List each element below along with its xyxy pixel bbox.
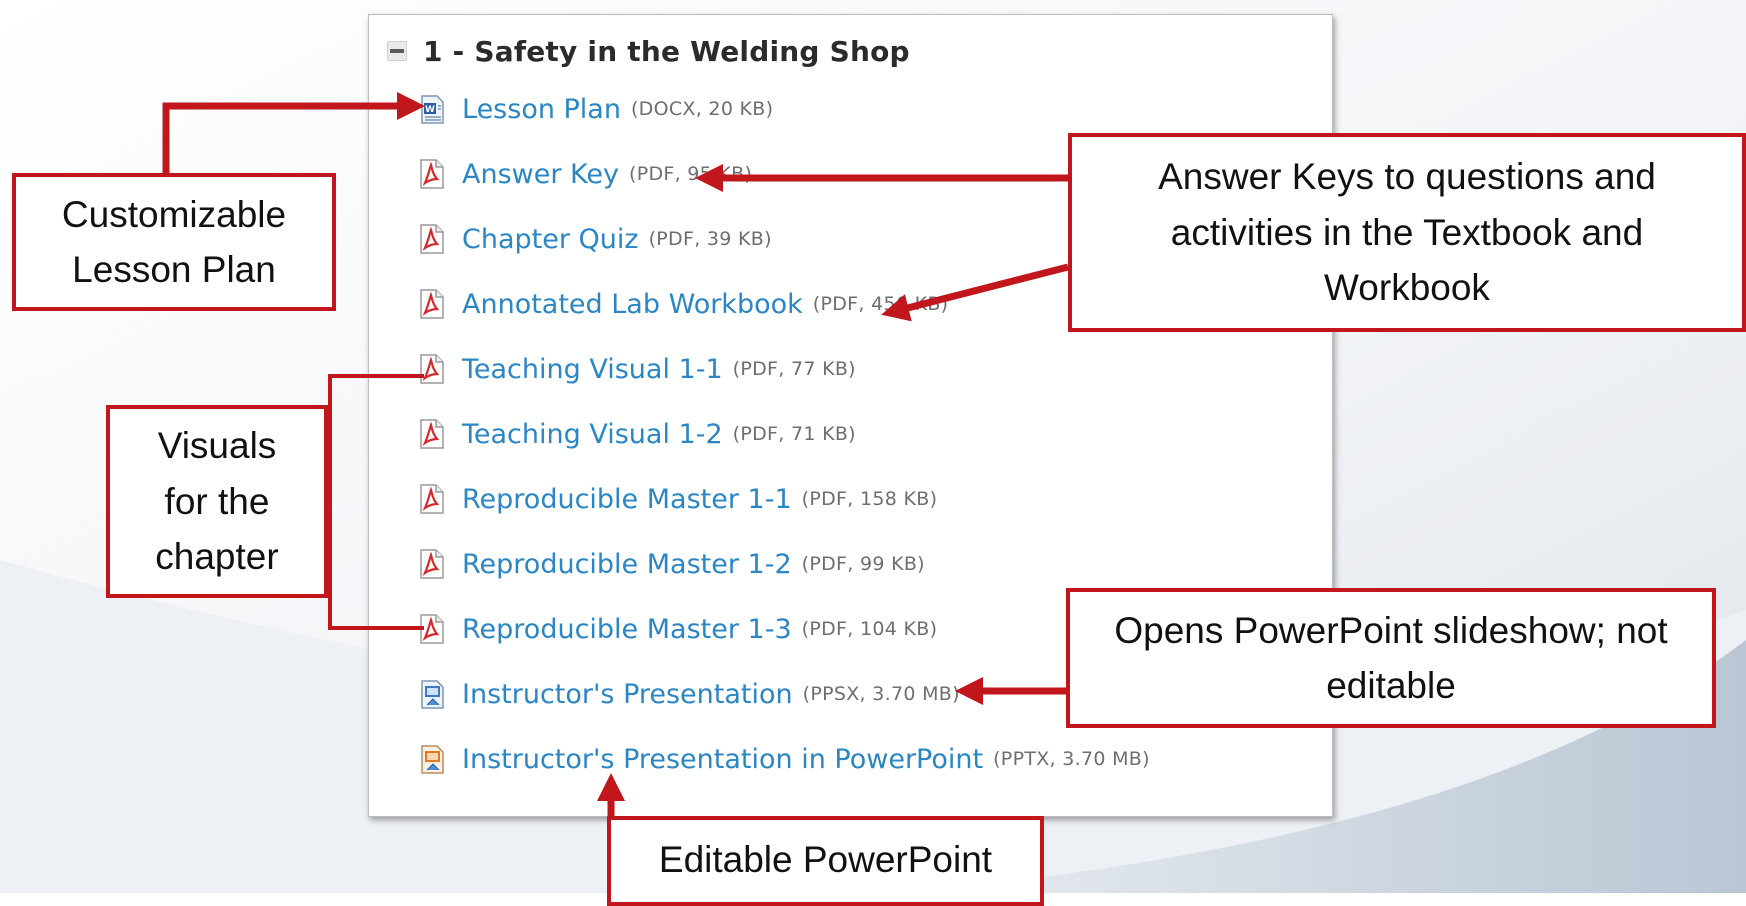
svg-text:W: W <box>425 105 435 115</box>
file-link[interactable]: Answer Key <box>462 159 619 190</box>
file-meta: (PDF, 158 KB) <box>801 488 938 510</box>
callout-visuals: Visuals for the chapter <box>106 405 328 598</box>
file-link[interactable]: Instructor's Presentation <box>462 679 793 710</box>
callout-lesson-plan: Customizable Lesson Plan <box>12 173 336 311</box>
file-item[interactable]: Reproducible Master 1-1 (PDF, 158 KB) <box>419 479 937 519</box>
file-meta: (PDF, 71 KB) <box>732 423 856 445</box>
file-link[interactable]: Reproducible Master 1-3 <box>462 614 792 645</box>
pdf-icon <box>420 224 444 254</box>
file-link[interactable]: Lesson Plan <box>462 94 621 125</box>
file-item[interactable]: Chapter Quiz (PDF, 39 KB) <box>419 219 772 259</box>
file-link[interactable]: Teaching Visual 1-2 <box>462 419 723 450</box>
file-item[interactable]: Annotated Lab Workbook (PDF, 456 KB) <box>419 284 948 324</box>
file-link[interactable]: Reproducible Master 1-2 <box>462 549 792 580</box>
file-item[interactable]: Reproducible Master 1-3 (PDF, 104 KB) <box>419 609 937 649</box>
pdf-icon <box>420 484 444 514</box>
pdf-icon <box>420 614 444 644</box>
file-meta: (PPTX, 3.70 MB) <box>993 748 1150 770</box>
word-doc-icon: W <box>421 95 444 124</box>
file-meta: (PDF, 39 KB) <box>648 228 772 250</box>
file-link[interactable]: Annotated Lab Workbook <box>462 289 803 320</box>
file-item[interactable]: Instructor's Presentation (PPSX, 3.70 MB) <box>419 674 960 714</box>
file-meta: (PDF, 456 KB) <box>812 293 949 315</box>
pdf-icon <box>420 159 444 189</box>
file-link[interactable]: Chapter Quiz <box>462 224 639 255</box>
file-meta: (PPSX, 3.70 MB) <box>802 683 960 705</box>
file-meta: (PDF, 95 KB) <box>628 163 753 185</box>
file-item[interactable]: Instructor's Presentation in PowerPoint (… <box>419 739 1150 779</box>
file-item[interactable]: Reproducible Master 1-2 (PDF, 99 KB) <box>419 544 925 584</box>
powerpoint-show-icon <box>421 680 444 709</box>
file-item[interactable]: Answer Key (PDF, 95 KB) <box>419 154 752 194</box>
file-item[interactable]: Teaching Visual 1-2 (PDF, 71 KB) <box>419 414 856 454</box>
callout-answer-keys: Answer Keys to questions and activities … <box>1068 133 1746 332</box>
file-meta: (PDF, 104 KB) <box>801 618 938 640</box>
pdf-icon <box>420 289 444 319</box>
pdf-icon <box>420 354 444 384</box>
file-meta: (DOCX, 20 KB) <box>630 98 774 120</box>
file-link[interactable]: Teaching Visual 1-1 <box>462 354 723 385</box>
file-link[interactable]: Instructor's Presentation in PowerPoint <box>462 744 983 775</box>
pdf-icon <box>420 419 444 449</box>
pdf-icon <box>420 549 444 579</box>
file-meta: (PDF, 77 KB) <box>732 358 856 380</box>
file-item[interactable]: Teaching Visual 1-1 (PDF, 77 KB) <box>419 349 856 389</box>
callout-ppsx: Opens PowerPoint slideshow; not editable <box>1066 588 1716 728</box>
file-meta: (PDF, 99 KB) <box>801 553 925 575</box>
file-link[interactable]: Reproducible Master 1-1 <box>462 484 792 515</box>
powerpoint-icon <box>421 745 444 774</box>
file-item[interactable]: W Lesson Plan (DOCX, 20 KB) <box>419 89 773 129</box>
